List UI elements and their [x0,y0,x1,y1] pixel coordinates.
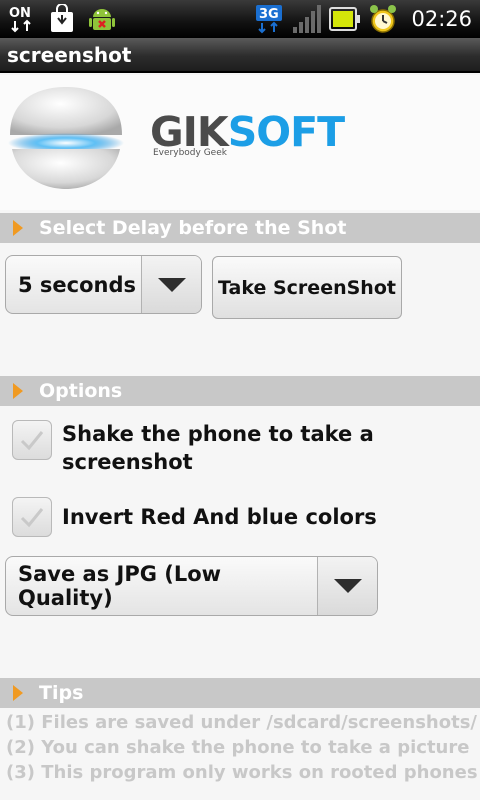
invert-option-row[interactable]: Invert Red And blue colors [12,497,377,537]
invert-checkbox[interactable] [12,497,52,537]
orange-arrow-icon [13,685,23,701]
app-title: screenshot [7,43,132,67]
brand-tagline: Everybody Geek [153,148,227,158]
tip-line: (2) You can shake the phone to take a pi… [6,737,470,758]
shake-checkbox[interactable] [12,420,52,460]
section-tips-title: Tips [39,682,84,704]
gik-logo-icon [8,87,124,189]
invert-option-label: Invert Red And blue colors [62,505,377,529]
3g-icon: 3G [253,3,285,35]
app-title-bar: screenshot [0,38,480,73]
section-tips: Tips [0,678,480,708]
take-screenshot-button[interactable]: Take ScreenShot [212,256,402,319]
status-bar: ON 3G 02:26 [0,0,480,38]
brand-soft: SOFT [227,108,345,156]
usb-debug-icon: ON [6,3,38,35]
battery-icon [329,3,361,35]
orange-arrow-icon [13,220,23,236]
delay-select[interactable]: 5 seconds [5,255,202,314]
android-notification-icon [86,3,118,35]
section-options: Options [0,376,480,406]
checkmark-icon [20,431,44,451]
section-options-title: Options [39,380,123,402]
tip-line: (3) This program only works on rooted ph… [6,762,478,783]
signal-icon [291,3,323,35]
shake-option-label: Shake the phone to take a screenshot [62,422,374,474]
section-delay-title: Select Delay before the Shot [39,217,347,239]
format-select[interactable]: Save as JPG (Low Quality) [5,556,378,616]
market-update-icon [46,3,78,35]
orange-arrow-icon [13,383,23,399]
shake-option-row[interactable]: Shake the phone to take a screenshot [12,420,392,476]
usb-label: ON [9,6,31,21]
format-value: Save as JPG (Low Quality) [18,562,222,610]
checkmark-icon [20,508,44,528]
chevron-down-icon[interactable] [317,557,377,615]
section-delay: Select Delay before the Shot [0,213,480,243]
delay-value: 5 seconds [18,272,137,297]
network-label: 3G [259,7,279,22]
tip-line: (1) Files are saved under /sdcard/screen… [6,712,477,733]
clock: 02:26 [411,7,472,31]
alarm-clock-icon [367,3,399,35]
chevron-down-icon[interactable] [141,256,201,313]
